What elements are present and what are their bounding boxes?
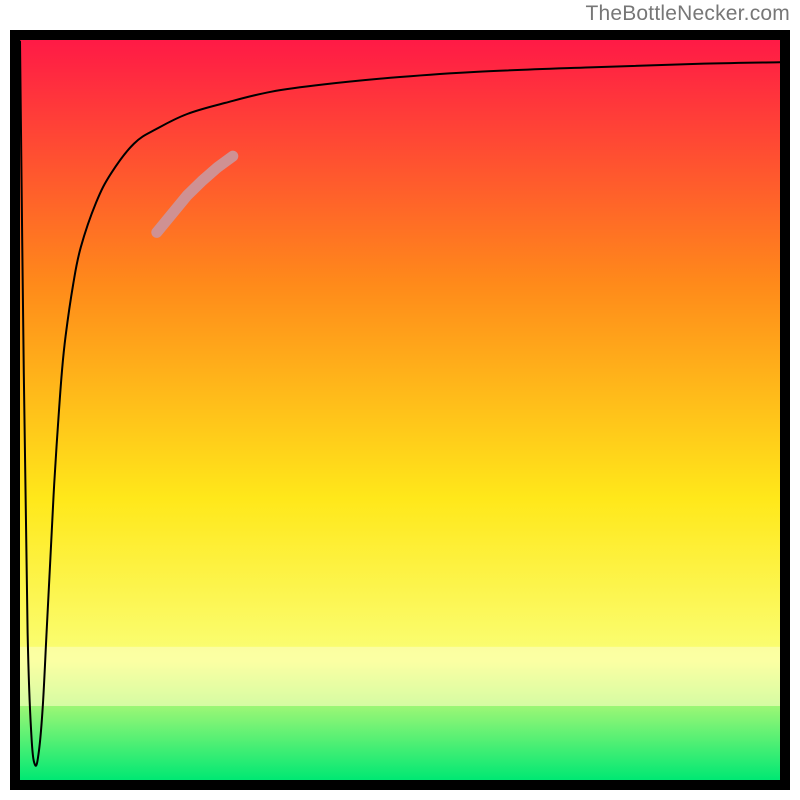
watermark-text: TheBottleNecker.com	[585, 2, 790, 26]
chart-svg	[10, 30, 790, 790]
chart-container: TheBottleNecker.com	[0, 0, 800, 800]
pale-band	[20, 647, 780, 706]
plot-area	[10, 30, 790, 790]
